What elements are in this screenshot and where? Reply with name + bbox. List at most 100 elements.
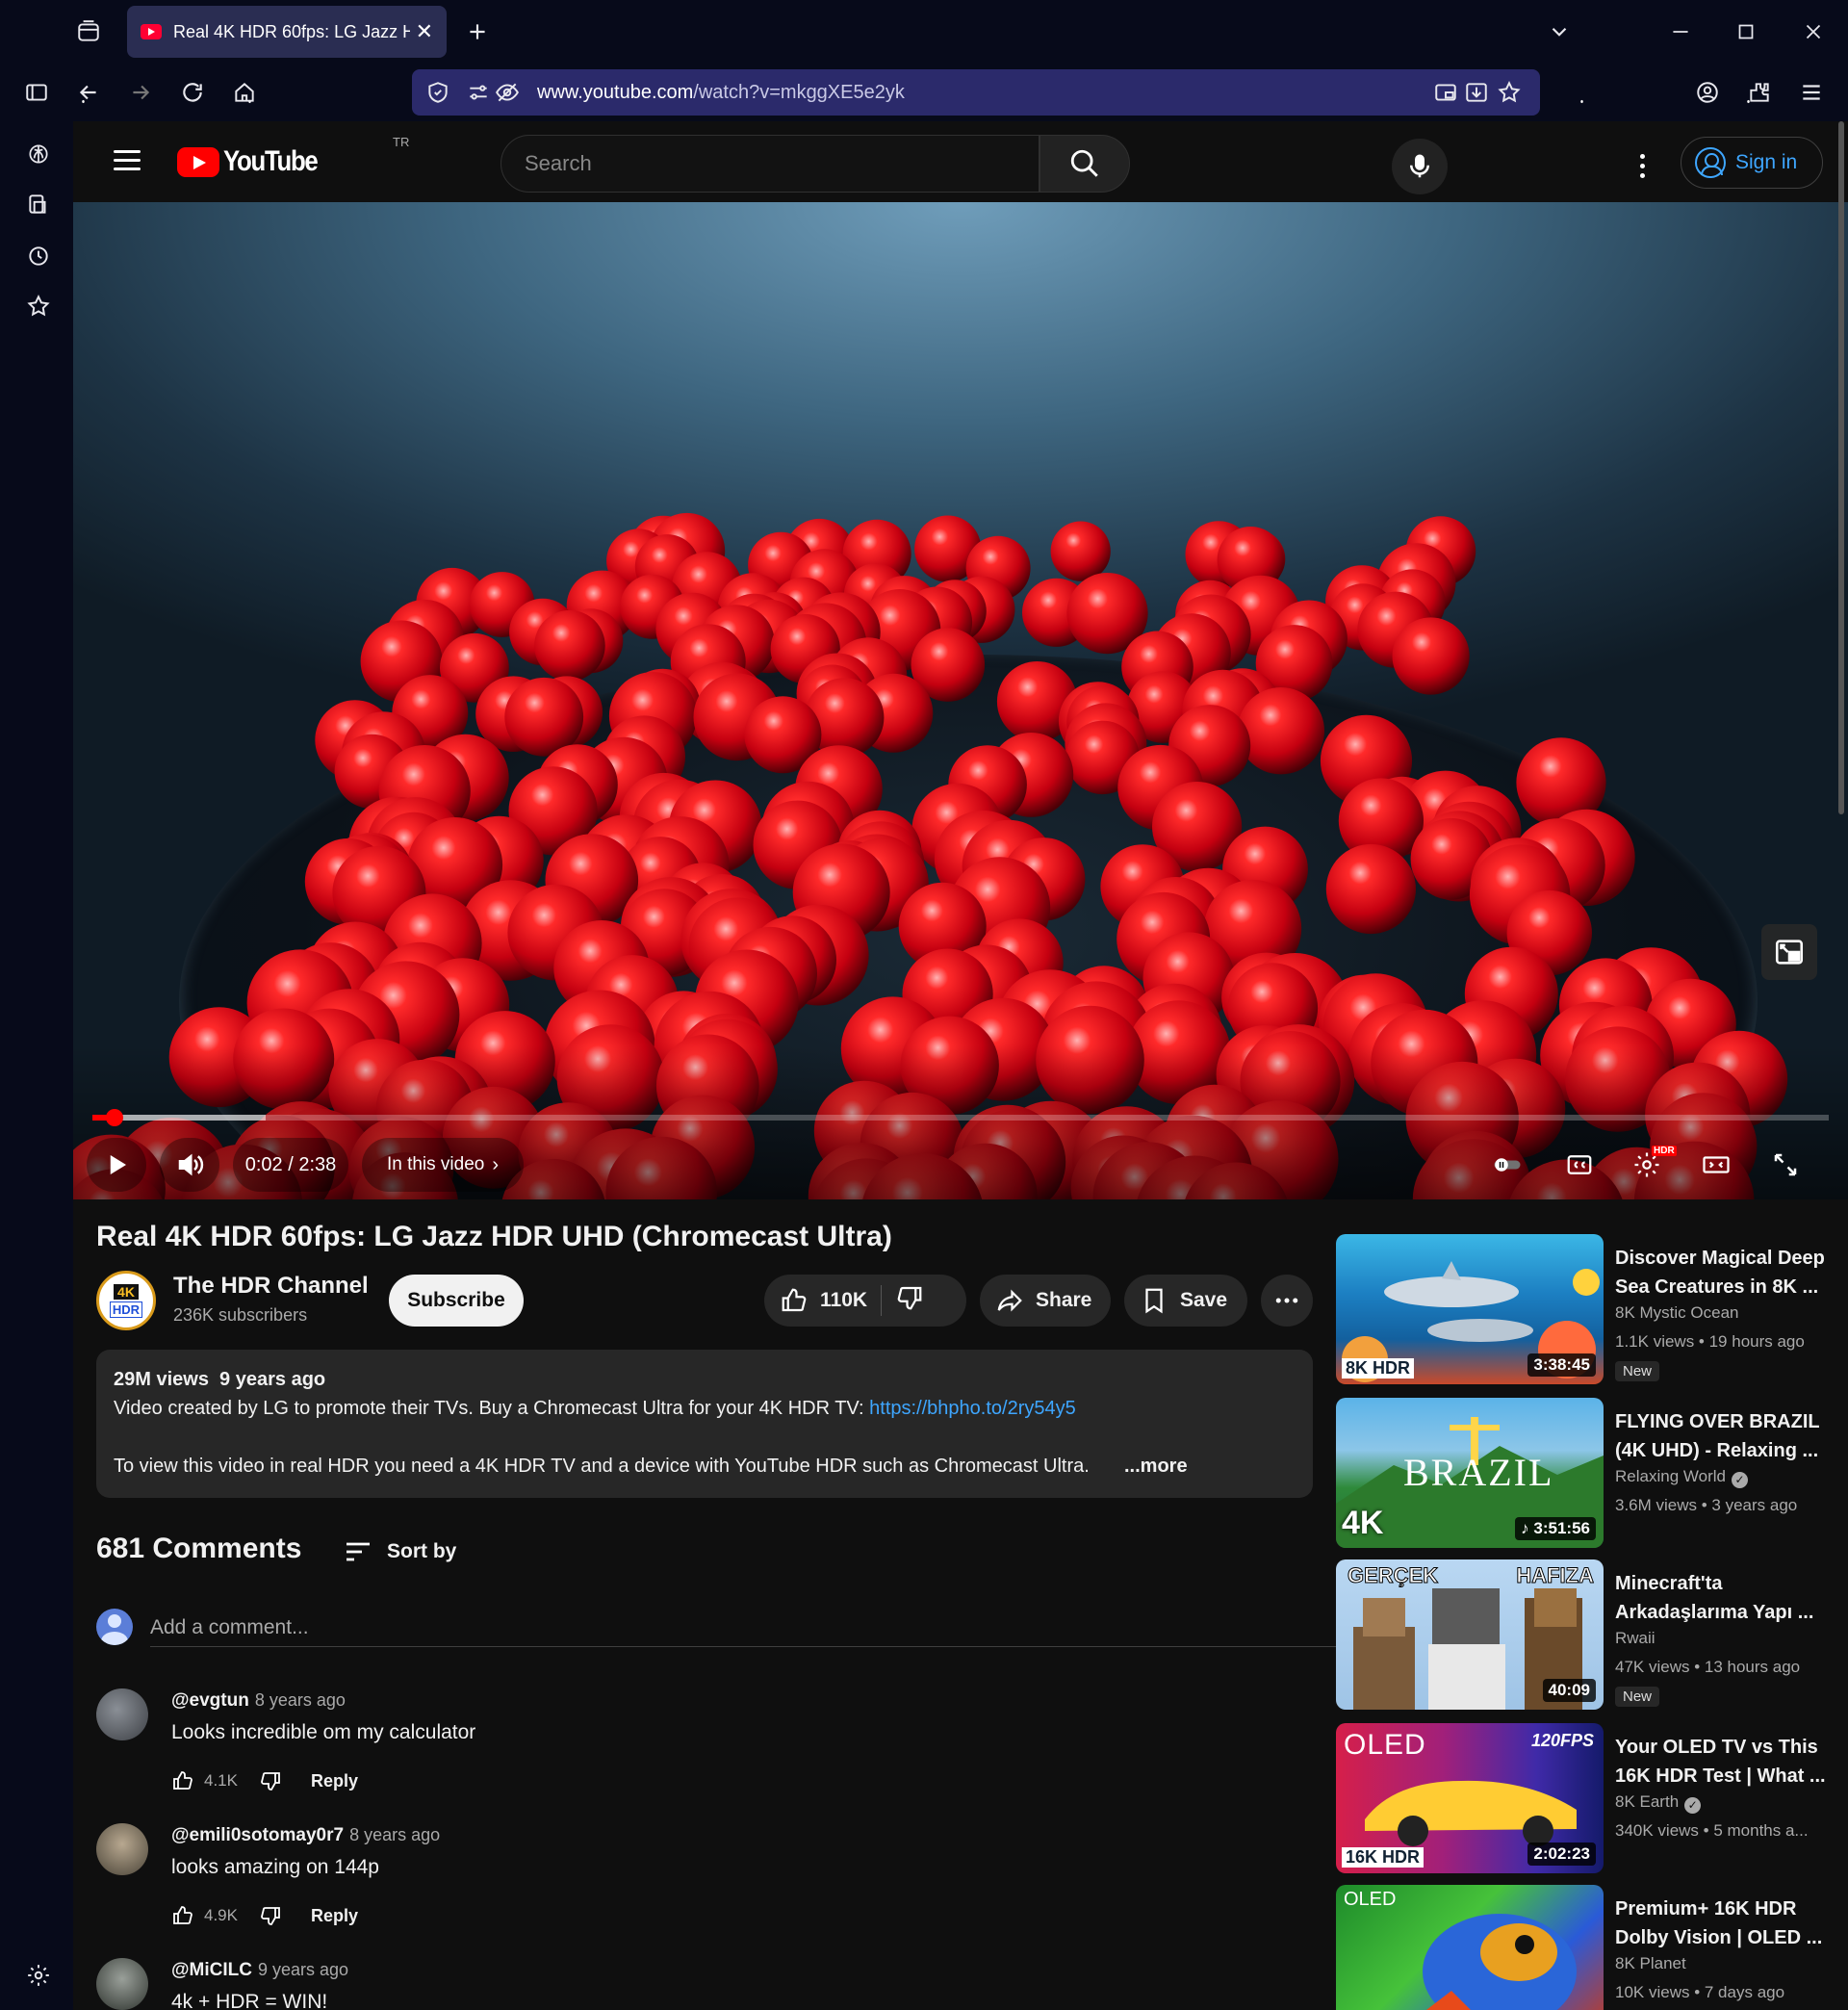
reply-button[interactable]: Reply xyxy=(311,1771,358,1791)
recommendation-channel[interactable]: Rwaii xyxy=(1615,1629,1656,1648)
in-this-video-button[interactable]: In this video › xyxy=(362,1138,524,1192)
address-bar[interactable]: www.youtube.com/watch?v=mkggXE5e2yk xyxy=(412,69,1540,116)
youtube-logo[interactable]: YouTube TR xyxy=(177,135,409,181)
back-icon[interactable] xyxy=(69,73,108,112)
voice-search-button[interactable] xyxy=(1392,139,1448,194)
autoplay-icon xyxy=(1494,1158,1521,1172)
fullscreen-button[interactable] xyxy=(1756,1138,1815,1192)
comment-username: @evgtun xyxy=(171,1690,249,1711)
maximize-icon[interactable] xyxy=(1727,13,1765,51)
recommendation-channel[interactable]: Relaxing World ✓ xyxy=(1615,1467,1748,1488)
save-button[interactable]: Save xyxy=(1124,1275,1247,1327)
recommendation-thumbnail[interactable]: 8K HDR 3:38:45 xyxy=(1336,1234,1604,1384)
description-box[interactable]: 29M views 9 years ago Video created by L… xyxy=(96,1350,1313,1498)
description-text-2: To view this video in real HDR you need … xyxy=(114,1456,1090,1477)
recommendation-channel[interactable]: 8K Mystic Ocean xyxy=(1615,1303,1739,1323)
active-tab[interactable]: Real 4K HDR 60fps: LG Jazz HDR UHD (Chro… xyxy=(127,6,447,58)
account-icon[interactable] xyxy=(1688,73,1727,112)
recommendation-channel[interactable]: 8K Earth ✓ xyxy=(1615,1792,1702,1814)
guide-menu-icon[interactable] xyxy=(110,144,144,179)
bookmarks-icon[interactable] xyxy=(19,185,58,223)
comment-dislike-icon[interactable] xyxy=(259,1904,282,1927)
history-icon[interactable] xyxy=(19,237,58,275)
sidebar-icon[interactable] xyxy=(17,73,56,112)
reload-icon[interactable] xyxy=(173,73,212,112)
recommendation-item[interactable]: BRAZIL 4K ♪ 3:51:56 FLYING OVER BRAZIL (… xyxy=(1336,1398,1836,1552)
settings-button[interactable]: HDR xyxy=(1617,1138,1677,1192)
comment-author[interactable]: @evgtun 8 years ago xyxy=(171,1690,346,1712)
new-badge: New xyxy=(1615,1687,1660,1707)
theater-mode-button[interactable] xyxy=(1686,1138,1746,1192)
comment-author[interactable]: @MiCILC 9 years ago xyxy=(171,1960,348,1981)
region-code: TR xyxy=(393,135,410,149)
recommendation-thumbnail[interactable]: OLED xyxy=(1336,1885,1604,2010)
search-button[interactable] xyxy=(1040,135,1130,193)
extensions-icon[interactable] xyxy=(1740,73,1779,112)
permissions-icon[interactable] xyxy=(464,78,493,107)
search-input[interactable] xyxy=(500,135,1040,193)
star-icon[interactable] xyxy=(19,287,58,325)
show-more-button[interactable]: ...more xyxy=(1124,1456,1188,1477)
more-actions-button[interactable] xyxy=(1261,1275,1313,1327)
subscribe-button[interactable]: Subscribe xyxy=(389,1275,524,1327)
volume-button[interactable] xyxy=(160,1138,219,1192)
chatgpt-icon[interactable] xyxy=(19,135,58,173)
recommendation-thumbnail[interactable]: OLED 120FPS 16K HDR 2:02:23 xyxy=(1336,1723,1604,1873)
menu-icon[interactable] xyxy=(1792,73,1831,112)
recommendation-title[interactable]: Premium+ 16K HDR Dolby Vision | OLED ... xyxy=(1615,1894,1835,1952)
channel-name[interactable]: The HDR Channel xyxy=(173,1273,369,1300)
channel-avatar[interactable]: 4K HDR xyxy=(96,1271,156,1330)
add-comment-input[interactable] xyxy=(150,1609,1363,1647)
settings-icon[interactable] xyxy=(19,1956,58,1995)
view-stats: 29M views 9 years ago xyxy=(114,1369,326,1390)
comment-like-icon[interactable] xyxy=(171,1904,194,1927)
recommendation-item[interactable]: OLED 120FPS 16K HDR 2:02:23 Your OLED TV… xyxy=(1336,1723,1836,1877)
close-icon[interactable] xyxy=(1794,13,1833,51)
video-player[interactable]: 0:02 / 2:38 In this video › HDR xyxy=(73,202,1848,1199)
more-options-icon[interactable] xyxy=(1623,146,1661,185)
recommendation-item[interactable]: OLED Premium+ 16K HDR Dolby Vision | OLE… xyxy=(1336,1885,1836,2010)
recommendation-title[interactable]: Minecraft'ta Arkadaşlarıma Yapı ... xyxy=(1615,1569,1835,1627)
tab-close-icon[interactable]: ✕ xyxy=(416,19,433,44)
captions-button[interactable] xyxy=(1550,1138,1609,1192)
progress-bar[interactable] xyxy=(92,1109,1829,1126)
recommendation-item[interactable]: GERÇEK HAFIZA 40:09 Minecraft'ta Arkadaş… xyxy=(1336,1559,1836,1714)
recommendation-item[interactable]: 8K HDR 3:38:45 Discover Magical Deep Sea… xyxy=(1336,1234,1836,1388)
dislike-button[interactable] xyxy=(895,1283,924,1318)
commenter-avatar[interactable] xyxy=(96,1823,148,1875)
chevron-down-icon[interactable] xyxy=(1540,13,1578,51)
miniplayer-button[interactable] xyxy=(1761,924,1817,980)
comment-dislike-icon[interactable] xyxy=(259,1769,282,1792)
description-line-1: Video created by LG to promote their TVs… xyxy=(114,1394,1296,1423)
recommendation-thumbnail[interactable]: BRAZIL 4K ♪ 3:51:56 xyxy=(1336,1398,1604,1548)
recommendation-title[interactable]: FLYING OVER BRAZIL (4K UHD) - Relaxing .… xyxy=(1615,1407,1835,1465)
sort-by-button[interactable]: Sort by xyxy=(343,1533,456,1571)
new-tab-icon[interactable] xyxy=(458,13,497,51)
shield-icon[interactable] xyxy=(424,78,452,107)
recommendation-title[interactable]: Discover Magical Deep Sea Creatures in 8… xyxy=(1615,1244,1835,1301)
comment-author[interactable]: @emili0sotomay0r7 8 years ago xyxy=(171,1825,440,1846)
sign-in-button[interactable]: Sign in xyxy=(1681,137,1823,189)
autoplay-toggle[interactable] xyxy=(1471,1138,1544,1192)
play-button[interactable] xyxy=(87,1138,146,1192)
page-scrollbar[interactable] xyxy=(1838,121,1844,814)
description-link[interactable]: https://bhpho.to/2ry54y5 xyxy=(869,1398,1076,1419)
reply-button[interactable]: Reply xyxy=(311,1906,358,1926)
recommendation-title[interactable]: Your OLED TV vs This 16K HDR Test | What… xyxy=(1615,1733,1835,1791)
commenter-avatar[interactable] xyxy=(96,1688,148,1740)
commenter-avatar[interactable] xyxy=(96,1958,148,2010)
bookmark-star-icon[interactable] xyxy=(1490,73,1528,112)
tracking-icon[interactable] xyxy=(493,78,522,107)
recommendation-channel[interactable]: 8K Planet xyxy=(1615,1954,1686,1973)
minimize-icon[interactable] xyxy=(1661,13,1700,51)
comment-like-icon[interactable] xyxy=(171,1769,194,1792)
share-button[interactable]: Share xyxy=(980,1275,1111,1327)
tab-list-icon[interactable] xyxy=(69,13,108,51)
scrubber-handle[interactable] xyxy=(105,1109,123,1126)
recommendation-thumbnail[interactable]: GERÇEK HAFIZA 40:09 xyxy=(1336,1559,1604,1710)
forward-icon[interactable] xyxy=(121,73,160,112)
thumbs-up-icon xyxy=(782,1288,807,1312)
recommendation-meta: 3.6M views • 3 years ago xyxy=(1615,1496,1798,1514)
home-icon[interactable] xyxy=(225,73,264,112)
like-button[interactable]: 110K xyxy=(780,1286,867,1315)
